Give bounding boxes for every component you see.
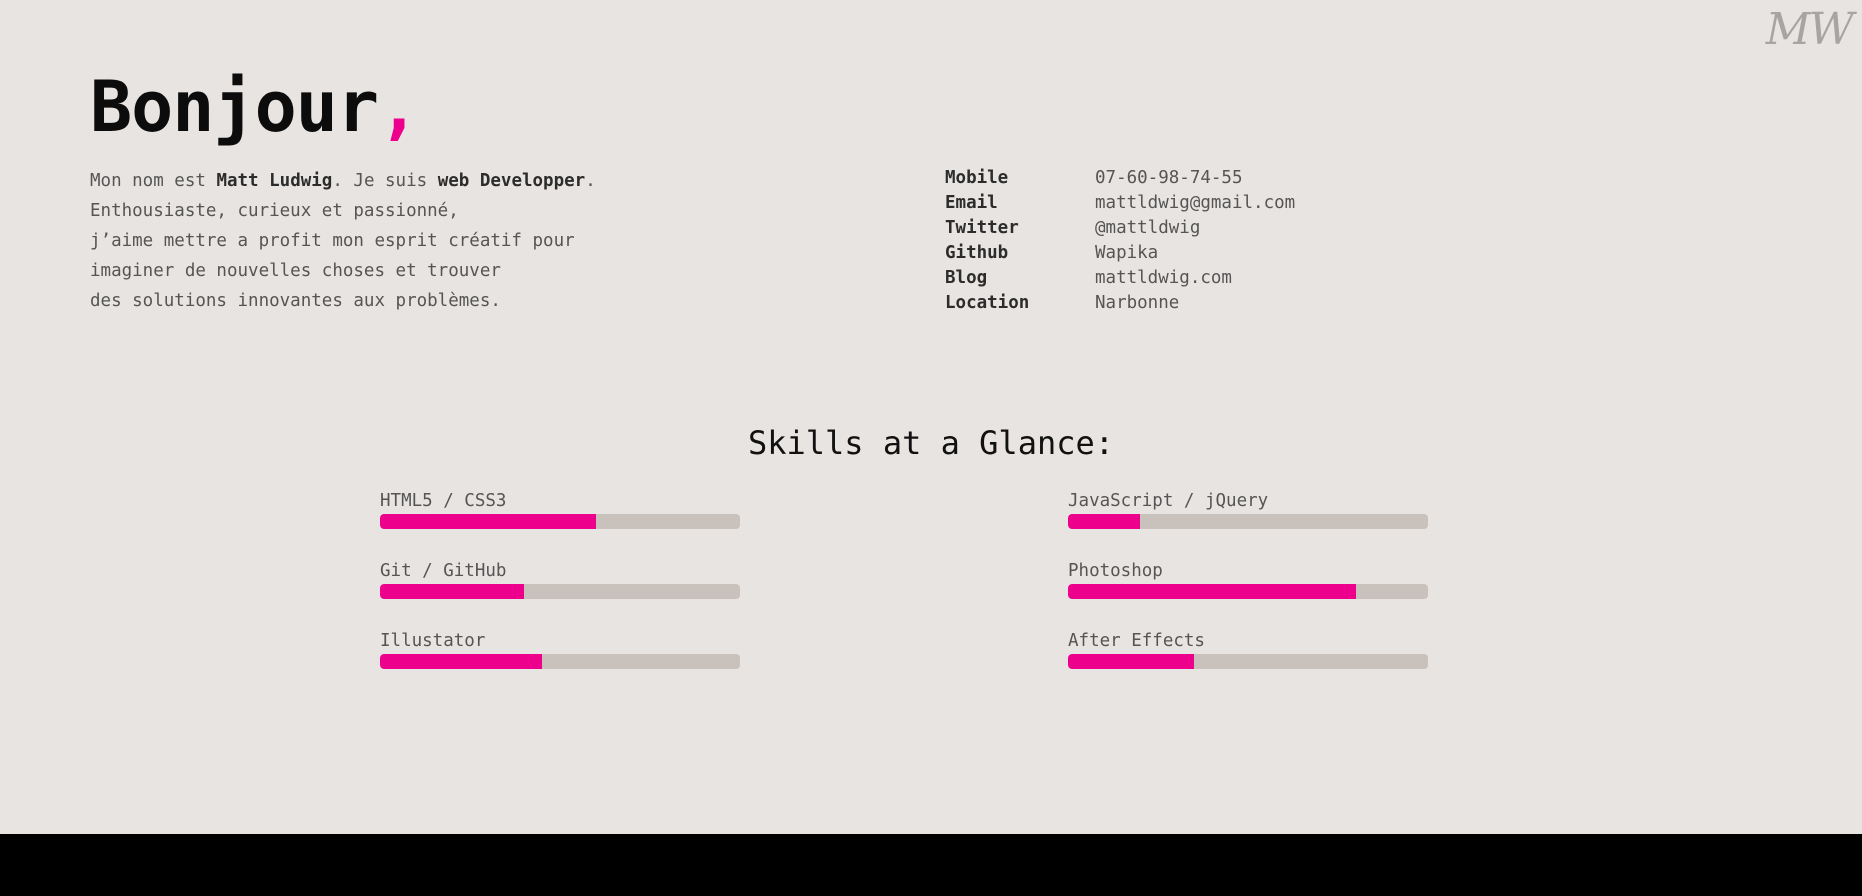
contact-key-twitter: Twitter <box>945 218 1019 238</box>
greeting-heading: Bonjour, <box>90 62 420 152</box>
contact-key-email: Email <box>945 193 998 213</box>
intro-line-2: Enthousiaste, curieux et passionné, <box>90 201 459 221</box>
skill-bar-fill <box>1068 654 1194 669</box>
logo[interactable]: MW <box>1766 4 1854 55</box>
contact-row-blog: Blog mattldwig.com <box>945 266 1295 291</box>
skill-photoshop: Photoshop <box>1068 560 1428 630</box>
contact-row-location: Location Narbonne <box>945 291 1295 316</box>
hero: Bonjour, <box>90 62 420 152</box>
contact-value-location: Narbonne <box>1095 293 1180 313</box>
skill-bar-fill <box>1068 584 1356 599</box>
skill-label: Git / GitHub <box>380 561 507 581</box>
contact-value-email[interactable]: mattldwig@gmail.com <box>1095 191 1295 216</box>
contact-key-mobile: Mobile <box>945 168 1009 188</box>
greeting-comma: , <box>378 66 420 148</box>
contact-value-mobile[interactable]: 07-60-98-74-55 <box>1095 166 1243 191</box>
contact-value-blog[interactable]: mattldwig.com <box>1095 266 1232 291</box>
intro-line-5: des solutions innovantes aux problèmes. <box>90 291 501 311</box>
intro-line-1-post: . <box>585 171 596 191</box>
contact-row-email: Email mattldwig@gmail.com <box>945 191 1295 216</box>
skill-javascript-jquery: JavaScript / jQuery <box>1068 490 1428 560</box>
skills-title: Skills at a Glance: <box>747 424 1115 462</box>
contact-info: Mobile 07-60-98-74-55 Email mattldwig@gm… <box>945 166 1295 316</box>
intro-line-1-pre: Mon nom est <box>90 171 217 191</box>
contact-row-github: Github Wapika <box>945 241 1295 266</box>
intro-line-1: Mon nom est Matt Ludwig. Je suis web Dev… <box>90 166 710 196</box>
skill-git-github: Git / GitHub <box>380 560 740 630</box>
contact-row-twitter: Twitter @mattldwig <box>945 216 1295 241</box>
skill-bar-track <box>380 584 740 599</box>
skill-label: JavaScript / jQuery <box>1068 491 1269 511</box>
contact-value-github[interactable]: Wapika <box>1095 241 1158 266</box>
intro-line-4: imaginer de nouvelles choses et trouver <box>90 261 501 281</box>
skill-bar-track <box>380 514 740 529</box>
skill-after-effects: After Effects <box>1068 630 1428 700</box>
skills-grid: HTML5 / CSS3 JavaScript / jQuery Git / G… <box>380 490 1428 700</box>
skill-bar-fill <box>380 584 524 599</box>
contact-key-blog: Blog <box>945 268 988 288</box>
contact-key-location: Location <box>945 293 1030 313</box>
skill-label: HTML5 / CSS3 <box>380 491 507 511</box>
skill-label: After Effects <box>1068 631 1205 651</box>
greeting-text: Bonjour <box>90 66 379 148</box>
contact-key-github: Github <box>945 243 1009 263</box>
skill-label: Illustator <box>380 631 486 651</box>
intro-line-1-mid: . Je suis <box>332 171 438 191</box>
intro-name: Matt Ludwig <box>216 171 333 191</box>
skill-bar-track <box>1068 654 1428 669</box>
skill-bar-track <box>1068 514 1428 529</box>
skill-bar-fill <box>380 654 542 669</box>
skill-bar-fill <box>380 514 596 529</box>
skill-html-css: HTML5 / CSS3 <box>380 490 740 560</box>
intro-text: Mon nom est Matt Ludwig. Je suis web Dev… <box>90 166 710 316</box>
skill-bar-track <box>380 654 740 669</box>
skill-bar-track <box>1068 584 1428 599</box>
intro-role: web Developper <box>437 171 586 191</box>
intro-line-3: j’aime mettre a profit mon esprit créati… <box>90 231 575 251</box>
footer <box>0 834 1862 896</box>
skill-label: Photoshop <box>1068 561 1163 581</box>
contact-row-mobile: Mobile 07-60-98-74-55 <box>945 166 1295 191</box>
contact-value-twitter[interactable]: @mattldwig <box>1095 216 1200 241</box>
skill-bar-fill <box>1068 514 1140 529</box>
skill-illustrator: Illustator <box>380 630 740 700</box>
